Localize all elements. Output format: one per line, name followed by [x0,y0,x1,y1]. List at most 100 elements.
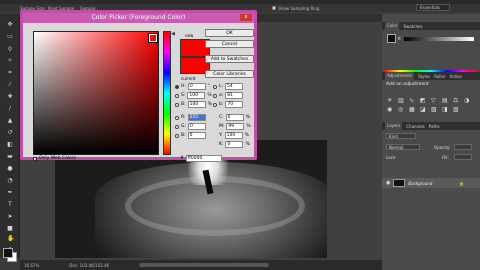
lasso-tool-icon[interactable]: ϙ [7,46,13,52]
close-icon[interactable]: x [240,14,252,21]
red-radio[interactable] [175,115,179,120]
levels-icon[interactable]: ▥ [398,98,404,104]
saturation-radio[interactable] [175,93,179,98]
posterize-icon[interactable]: ▧ [431,107,437,113]
hex-input[interactable]: ff0000 [185,155,222,162]
move-tool-icon[interactable]: ✥ [7,22,13,28]
zoom-level[interactable]: 16.67% [24,263,39,268]
tab-paths[interactable]: Paths [429,124,440,129]
lab-l-radio[interactable] [213,84,217,89]
gradient-tool-icon[interactable]: ▬ [7,154,13,160]
opacity-field[interactable] [454,144,472,150]
show-ring-checkbox[interactable] [272,6,277,10]
green-radio[interactable] [175,124,179,129]
color-field[interactable] [33,31,159,155]
green-row: G: 0 [175,123,207,130]
selective-color-icon[interactable]: ▨ [453,107,459,113]
cyan-input[interactable]: 0 [225,114,244,121]
tab-swatches[interactable]: Swatches [403,24,422,29]
curves-icon[interactable]: ∿ [409,98,415,104]
lab-l-input[interactable]: 54 [225,83,244,90]
color-fg-swatch[interactable] [387,34,396,43]
pen-tool-icon[interactable]: ✒ [7,190,13,196]
tab-channels[interactable]: Channels [406,124,425,129]
only-web-colors-option[interactable]: ✓ Only Web Colors [33,156,76,161]
magenta-input[interactable]: 99 [226,123,245,130]
eraser-tool-icon[interactable]: ◧ [7,142,13,148]
cancel-button[interactable]: Cancel [205,40,254,48]
only-web-colors-checkbox[interactable]: ✓ [33,156,37,161]
lock-icon: 🔒 [459,180,464,186]
eye-icon[interactable]: ◉ [386,180,390,186]
tab-adjustments[interactable]: Adjustments [385,72,415,80]
dodge-tool-icon[interactable]: ◔ [7,178,13,184]
lab-b-input[interactable]: 70 [225,101,244,108]
healing-brush-tool-icon[interactable]: ✚ [7,94,13,100]
tab-styles[interactable]: Styles [418,74,430,79]
lab-b-radio[interactable] [213,102,217,107]
history-brush-tool-icon[interactable]: ↺ [7,130,13,136]
red-input[interactable]: 255 [187,114,206,121]
path-selection-tool-icon[interactable]: ➤ [7,214,13,220]
lab-a-input[interactable]: 81 [225,92,244,99]
yellow-input[interactable]: 100 [224,132,243,139]
marquee-tool-icon[interactable]: ▭ [7,34,13,40]
black-input[interactable]: 0 [225,141,244,148]
blue-radio[interactable] [175,133,179,138]
foreground-color-swatch[interactable] [3,248,13,258]
black-row: K: 0 % [219,141,250,148]
tab-layers[interactable]: Layers [385,122,403,130]
ok-button[interactable]: OK [205,29,254,37]
channel-mixer-icon[interactable]: ◎ [398,107,404,113]
blur-tool-icon[interactable]: ● [7,166,13,172]
exposure-icon[interactable]: ◩ [420,98,426,104]
k-slider[interactable] [404,37,474,41]
foreground-background-swatches[interactable] [3,248,17,262]
workspace-switcher[interactable]: Essentials [416,4,450,11]
eyedropper-tool-icon[interactable]: ⁄ [7,82,13,88]
brush-tool-icon[interactable]: ∕ [7,106,13,112]
clone-stamp-tool-icon[interactable]: ▲ [7,118,13,124]
horizontal-scrollbar[interactable] [139,263,270,267]
tab-actions[interactable]: Actios [450,74,462,79]
vibrance-icon[interactable]: ▽ [431,98,437,104]
shape-tool-icon[interactable]: ■ [7,226,13,232]
status-bar: 16.67% Doc: 103.4K/103.4K [20,260,382,270]
crop-tool-icon[interactable]: ⌗ [7,70,13,76]
layer-name[interactable]: Background [408,181,432,186]
kind-filter[interactable]: Kind [386,133,416,139]
color-k-label: K [398,36,401,41]
hue-sat-icon[interactable]: ▤ [442,98,448,104]
add-to-swatches-button[interactable]: Add to Swatches [205,55,254,63]
type-tool-icon[interactable]: T [7,202,13,208]
brightness-input[interactable]: 100 [187,101,206,108]
black-white-icon[interactable]: ◑ [464,98,470,104]
show-sampling-ring-option[interactable]: Show Sampling Ring [272,6,319,11]
lab-a-radio[interactable] [213,93,217,98]
green-input[interactable]: 0 [188,123,207,130]
brightness-radio[interactable] [175,102,179,107]
tab-color[interactable]: Color [385,22,400,30]
blend-mode-select[interactable]: Normal [386,144,420,150]
adjustments-panel-tabs: Adjustments Styles Roller Actios [382,72,480,80]
lookup-icon[interactable]: ▦ [409,107,415,113]
blue-input[interactable]: 0 [187,132,206,139]
threshold-icon[interactable]: ◨ [442,107,448,113]
hue-radio[interactable] [175,84,179,89]
color-balance-icon[interactable]: ⚖ [453,98,459,104]
color-libraries-button[interactable]: Color Libraries [205,70,254,78]
fill-field[interactable] [454,154,472,160]
brightness-icon[interactable]: ☀ [387,98,393,104]
photo-filter-icon[interactable]: ◉ [387,107,393,113]
tab-roller[interactable]: Roller [434,74,445,79]
layer-row-background[interactable]: ◉ Background 🔒 [382,178,480,188]
hue-input[interactable]: 0 [187,83,206,90]
saturation-input[interactable]: 100 [187,92,206,99]
hue-slider[interactable] [163,31,171,155]
current-color-label: current [181,76,196,81]
hand-tool-icon[interactable]: ✋ [7,236,14,242]
magic-wand-tool-icon[interactable]: ✧ [7,58,13,64]
color-field-cursor[interactable] [148,33,158,43]
invert-icon[interactable]: ◪ [420,107,426,113]
hue-slider-arrow-icon[interactable]: ◀ [171,31,175,37]
